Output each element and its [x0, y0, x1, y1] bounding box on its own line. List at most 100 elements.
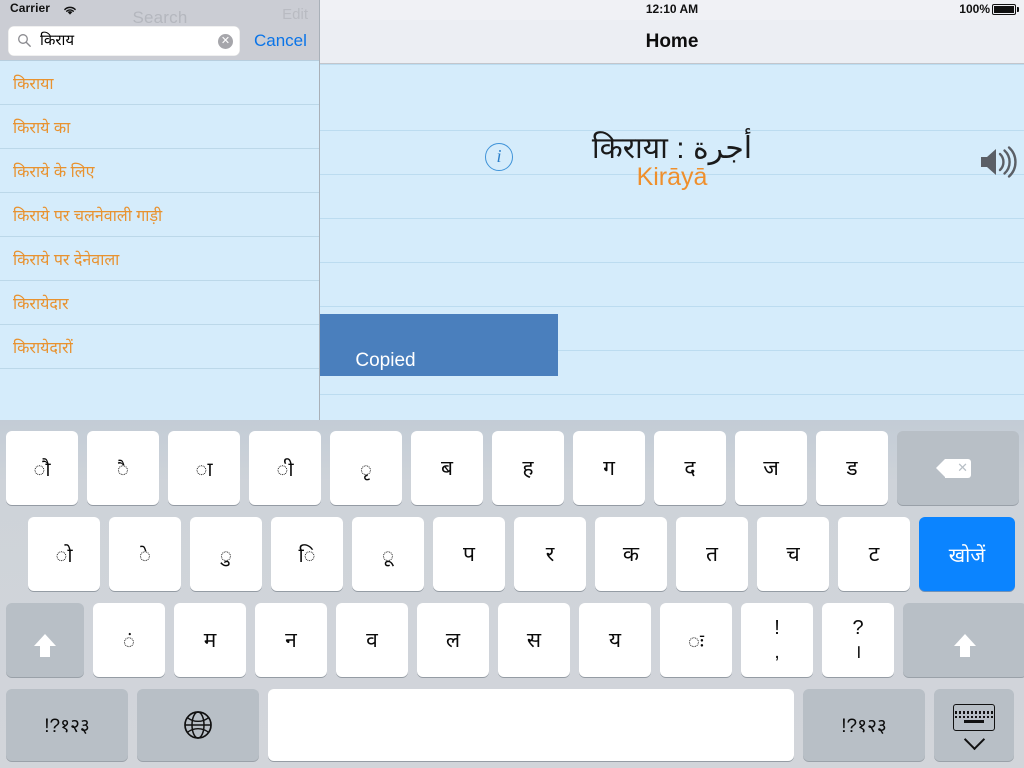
- shift-arrow-icon: [954, 634, 976, 657]
- key-label: ◌ू: [382, 544, 394, 567]
- search-result-label: किराये पर चलनेवाली गाड़ी: [13, 207, 163, 225]
- key-ca[interactable]: च: [757, 517, 829, 591]
- ipad-screen: Search Edit Carrier किराय ✕: [0, 0, 1024, 768]
- key-va[interactable]: व: [336, 603, 408, 677]
- key-label: ल: [445, 629, 461, 652]
- key-label: क: [622, 543, 640, 566]
- key-ka[interactable]: क: [595, 517, 667, 591]
- search-input-value: किराय: [40, 32, 75, 49]
- search-result-row[interactable]: किराये का: [0, 105, 320, 149]
- key-label: व: [366, 629, 378, 652]
- globe-icon: [184, 711, 212, 739]
- key-label: न: [285, 629, 297, 652]
- key-dda[interactable]: ड: [816, 431, 888, 505]
- key-dismiss-keyboard[interactable]: [934, 689, 1014, 761]
- clear-icon[interactable]: ✕: [218, 34, 233, 49]
- status-carrier-label: Carrier: [10, 1, 51, 15]
- dictionary-entry[interactable]: i किराया : أجرة Kirāyā: [320, 64, 1024, 200]
- navigation-bar: Home: [320, 20, 1024, 64]
- key-label: ◌ी: [276, 458, 294, 481]
- key-label: ◌ौ: [33, 458, 51, 481]
- key-numbers-right[interactable]: !?१२३: [803, 689, 925, 761]
- key-label: त: [706, 543, 718, 566]
- search-result-row[interactable]: किरायेदार: [0, 281, 320, 325]
- key-ya[interactable]: य: [579, 603, 651, 677]
- key-aa-matra[interactable]: ◌ा: [168, 431, 240, 505]
- key-label-primary: !: [774, 617, 780, 639]
- status-battery-label: 100%: [959, 2, 990, 16]
- search-results-list[interactable]: किराया किराये का किराये के लिए किराये पर चल…: [0, 60, 320, 420]
- key-space[interactable]: [268, 689, 794, 761]
- key-ra[interactable]: र: [514, 517, 586, 591]
- key-ja[interactable]: ज: [735, 431, 807, 505]
- key-ai-matra[interactable]: ◌ै: [87, 431, 159, 505]
- search-result-row[interactable]: किराया: [0, 61, 320, 105]
- battery-full-icon: [992, 4, 1016, 15]
- key-e-matra[interactable]: ◌े: [109, 517, 181, 591]
- key-shift-left[interactable]: [6, 603, 84, 677]
- content-rule: [320, 306, 1024, 307]
- content-rule: [320, 218, 1024, 219]
- key-search[interactable]: खोजें: [919, 517, 1015, 591]
- key-visarga[interactable]: ◌ः: [660, 603, 732, 677]
- search-result-label: किरायेदारों: [13, 339, 73, 357]
- key-question-danda[interactable]: ? ।: [822, 603, 894, 677]
- key-label: प: [463, 543, 475, 566]
- key-uu-matra[interactable]: ◌ू: [352, 517, 424, 591]
- key-ii-matra[interactable]: ◌ी: [249, 431, 321, 505]
- search-icon: [17, 33, 32, 53]
- search-result-row[interactable]: किराये पर चलनेवाली गाड़ी: [0, 193, 320, 237]
- key-vocalic-r-matra[interactable]: ◌ृ: [330, 431, 402, 505]
- status-time-label: 12:10 AM: [645, 2, 699, 16]
- key-label: र: [545, 543, 555, 566]
- search-result-label: किराये का: [13, 119, 71, 137]
- key-globe[interactable]: [137, 689, 259, 761]
- content-rule: [320, 394, 1024, 395]
- key-label: द: [684, 457, 696, 480]
- backspace-icon: ✕: [936, 458, 971, 478]
- cancel-button[interactable]: Cancel: [254, 31, 307, 51]
- key-label: !?१२३: [841, 716, 887, 737]
- shift-arrow-icon: [34, 634, 56, 657]
- key-anusvara[interactable]: ◌ं: [93, 603, 165, 677]
- key-numbers-left[interactable]: !?१२३: [6, 689, 128, 761]
- key-ha[interactable]: ह: [492, 431, 564, 505]
- key-o-matra[interactable]: ◌ो: [28, 517, 100, 591]
- key-da[interactable]: द: [654, 431, 726, 505]
- search-input[interactable]: किराय ✕: [8, 26, 240, 56]
- key-label: ◌ो: [55, 544, 73, 567]
- key-ba[interactable]: ब: [411, 431, 483, 505]
- key-label: ◌ै: [117, 458, 129, 481]
- key-ta[interactable]: त: [676, 517, 748, 591]
- search-result-row[interactable]: किरायेदारों: [0, 325, 320, 369]
- key-backspace[interactable]: ✕: [897, 431, 1019, 505]
- key-label: स: [526, 629, 542, 652]
- search-result-row[interactable]: किराये के लिए: [0, 149, 320, 193]
- key-label: ◌ि: [298, 544, 316, 567]
- key-label: खोजें: [948, 544, 986, 567]
- key-label: ज: [763, 457, 779, 480]
- battery-nub: [1017, 7, 1019, 12]
- speaker-icon[interactable]: [977, 145, 1017, 179]
- key-pa[interactable]: प: [433, 517, 505, 591]
- key-na[interactable]: न: [255, 603, 327, 677]
- key-sa[interactable]: स: [498, 603, 570, 677]
- key-u-matra[interactable]: ◌ु: [190, 517, 262, 591]
- key-shift-right[interactable]: [903, 603, 1024, 677]
- key-ma[interactable]: म: [174, 603, 246, 677]
- keyboard-row-1: ◌ौ ◌ै ◌ा ◌ी ◌ृ ब ह ग द ज ड ✕: [0, 431, 1024, 505]
- search-result-row[interactable]: किराये पर देनेवाला: [0, 237, 320, 281]
- key-la[interactable]: ल: [417, 603, 489, 677]
- onscreen-keyboard[interactable]: ◌ौ ◌ै ◌ा ◌ी ◌ृ ब ह ग द ज ड ✕ ◌ो ◌े ◌ु ◌ि ◌ू प र क त च ट खोजें …: [0, 420, 1024, 768]
- key-au-matra[interactable]: ◌ौ: [6, 431, 78, 505]
- key-label: च: [786, 543, 800, 566]
- key-label: ◌ः: [688, 630, 704, 653]
- key-label: य: [608, 629, 622, 652]
- search-result-label: किराया: [13, 75, 54, 93]
- key-label: ड: [846, 457, 858, 480]
- key-i-matra[interactable]: ◌ि: [271, 517, 343, 591]
- key-tta[interactable]: ट: [838, 517, 910, 591]
- key-exclaim-comma[interactable]: !,: [741, 603, 813, 677]
- key-label: ग: [603, 457, 615, 480]
- key-ga[interactable]: ग: [573, 431, 645, 505]
